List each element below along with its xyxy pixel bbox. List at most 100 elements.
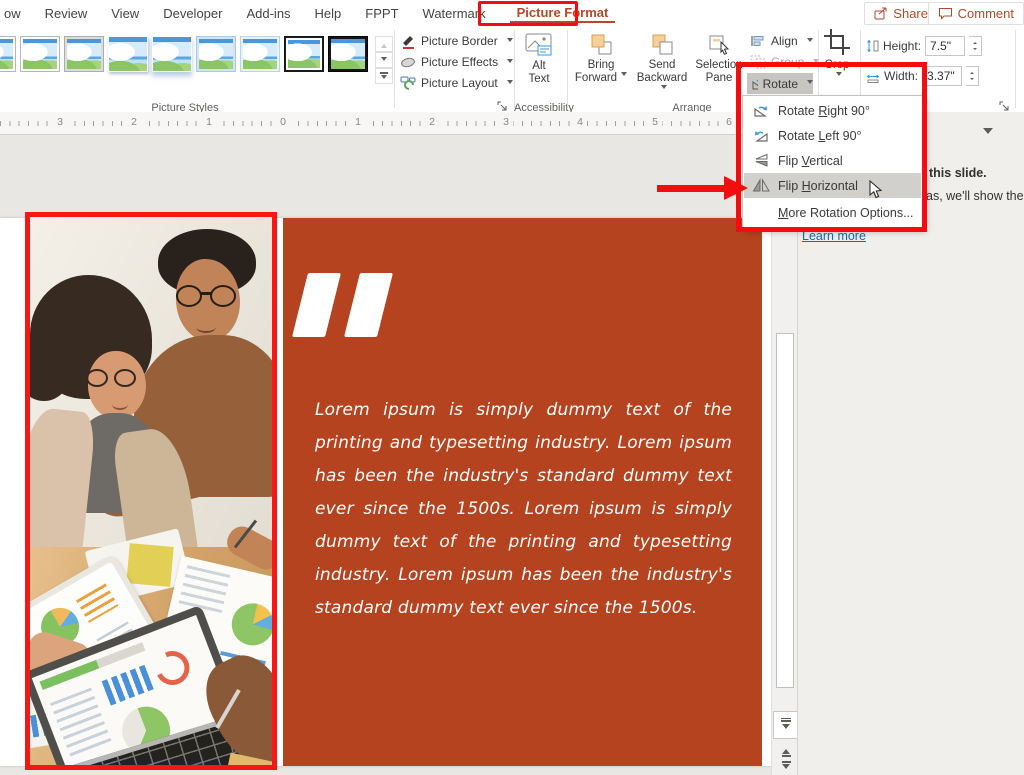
picture-style-thumb[interactable] bbox=[196, 36, 236, 72]
photo-woman-glasses bbox=[114, 369, 136, 387]
next-slide-icon bbox=[782, 761, 791, 763]
photo-man-glasses-bridge bbox=[200, 292, 212, 295]
gallery-scroll-up-button[interactable] bbox=[375, 36, 393, 52]
picture-style-thumb[interactable] bbox=[20, 36, 60, 72]
height-spinner[interactable] bbox=[969, 36, 982, 56]
bar-chart-graphic bbox=[102, 665, 154, 706]
thumbnail-image bbox=[67, 39, 101, 69]
comment-label: Comment bbox=[958, 6, 1014, 21]
chevron-down-icon bbox=[807, 38, 813, 45]
group-divider bbox=[394, 30, 395, 108]
picture-border-button[interactable]: Picture Border bbox=[400, 32, 513, 50]
share-icon bbox=[874, 7, 888, 20]
rotate-menu-callout-box bbox=[736, 62, 927, 232]
text-lines-graphic bbox=[50, 687, 113, 759]
chevron-down-icon bbox=[507, 38, 513, 45]
chevron-down-icon bbox=[621, 72, 627, 79]
menu-item-help[interactable]: Help bbox=[315, 6, 342, 21]
picture-border-label: Picture Border bbox=[421, 34, 498, 48]
ruler-number: 1 bbox=[351, 116, 365, 128]
next-slide-button[interactable] bbox=[777, 760, 795, 774]
picture-layout-label: Picture Layout bbox=[421, 76, 498, 90]
crop-icon bbox=[823, 28, 851, 56]
height-icon bbox=[866, 39, 879, 53]
alt-text-label-line2: Text bbox=[528, 73, 549, 85]
bring-forward-button[interactable]: Bring Forward bbox=[574, 33, 628, 85]
menu-item-review[interactable]: Review bbox=[45, 6, 88, 21]
width-input[interactable]: 3.37" bbox=[922, 66, 962, 86]
horizontal-ruler[interactable]: 3 2 1 0 1 2 3 4 5 6 bbox=[0, 112, 771, 135]
pie-chart-graphic bbox=[228, 599, 277, 649]
picture-style-thumb[interactable] bbox=[108, 36, 148, 72]
send-backward-button[interactable]: Send Backward bbox=[634, 33, 690, 98]
comment-icon bbox=[938, 7, 953, 20]
quote-box[interactable]: Lorem ipsum is simply dummy text of the … bbox=[283, 218, 762, 766]
red-arrow-head bbox=[724, 176, 748, 200]
previous-slide-button[interactable] bbox=[777, 744, 795, 758]
thumbnail-image bbox=[23, 39, 57, 69]
chevron-down-icon bbox=[381, 75, 387, 82]
menu-item-view[interactable]: View bbox=[111, 6, 139, 21]
ruler-number: 2 bbox=[127, 116, 141, 128]
thumbnail-image bbox=[153, 37, 191, 71]
alt-text-label-line1: Alt bbox=[532, 60, 545, 72]
text-lines-graphic bbox=[178, 565, 230, 614]
scrollbar-thumb[interactable] bbox=[776, 333, 794, 688]
send-backward-icon bbox=[651, 33, 674, 56]
picture-style-thumb[interactable] bbox=[284, 36, 324, 72]
picture-styles-dialog-launcher[interactable] bbox=[497, 99, 509, 111]
send-backward-label-line2: Backward bbox=[637, 72, 688, 84]
thumbnail-image bbox=[331, 39, 365, 69]
width-spinner[interactable] bbox=[966, 66, 979, 86]
picture-style-thumb[interactable] bbox=[0, 36, 16, 72]
photo-woman-glasses bbox=[86, 369, 108, 387]
ruler-number: 5 bbox=[648, 116, 662, 128]
picture-style-thumb[interactable] bbox=[152, 36, 192, 72]
menu-item-addins[interactable]: Add-ins bbox=[246, 6, 290, 21]
scroll-down-icon bbox=[781, 718, 791, 720]
next-slide-icon bbox=[782, 764, 790, 773]
picture-effects-icon bbox=[400, 56, 416, 69]
menu-item-partial[interactable]: ow bbox=[4, 6, 21, 21]
menu-item-developer[interactable]: Developer bbox=[163, 6, 222, 21]
align-button[interactable]: Align bbox=[750, 32, 813, 50]
photo-man-glasses bbox=[176, 285, 202, 307]
previous-slide-icon bbox=[782, 745, 790, 754]
app-window: ow Review View Developer Add-ins Help FP… bbox=[0, 0, 1024, 775]
chevron-down-icon[interactable] bbox=[983, 128, 993, 139]
size-dialog-launcher[interactable] bbox=[999, 99, 1011, 111]
picture-format-callout-box bbox=[478, 1, 578, 26]
alt-text-button[interactable]: Alt Text bbox=[516, 33, 562, 86]
share-button[interactable]: Share bbox=[864, 2, 938, 25]
ruler-number: 0 bbox=[276, 116, 290, 128]
align-label: Align bbox=[771, 34, 798, 48]
group-divider bbox=[567, 30, 568, 108]
picture-style-thumb[interactable] bbox=[64, 36, 104, 72]
picture-layout-icon bbox=[400, 76, 416, 91]
ruler-number: 6 bbox=[722, 116, 736, 128]
ruler-number: 1 bbox=[202, 116, 216, 128]
slide-canvas[interactable]: Lorem ipsum is simply dummy text of the … bbox=[0, 135, 771, 775]
scroll-down-icon bbox=[782, 724, 790, 733]
picture-effects-button[interactable]: Picture Effects bbox=[400, 53, 513, 71]
picture-layout-button[interactable]: Picture Layout bbox=[400, 74, 513, 92]
height-input[interactable]: 7.5" bbox=[925, 36, 965, 56]
scroll-down-button[interactable] bbox=[773, 711, 798, 739]
picture-effects-label: Picture Effects bbox=[421, 55, 498, 69]
thumbnail-image bbox=[0, 39, 13, 69]
gallery-scroll-down-button[interactable] bbox=[375, 52, 393, 68]
picture-style-thumb[interactable] bbox=[328, 36, 368, 72]
menu-item-fppt[interactable]: FPPT bbox=[365, 6, 398, 21]
picture-style-thumb[interactable] bbox=[240, 36, 280, 72]
menu-item-watermark[interactable]: Watermark bbox=[423, 6, 486, 21]
thumbnail-image bbox=[109, 37, 147, 71]
share-label: Share bbox=[893, 6, 928, 21]
gallery-more-button[interactable] bbox=[375, 68, 393, 84]
ruler-number: 3 bbox=[53, 116, 67, 128]
team-photo[interactable] bbox=[25, 212, 277, 770]
group-divider bbox=[514, 30, 515, 108]
picture-border-icon bbox=[400, 34, 416, 49]
comment-button[interactable]: Comment bbox=[928, 2, 1024, 25]
quote-text[interactable]: Lorem ipsum is simply dummy text of the … bbox=[315, 394, 732, 634]
red-arrow bbox=[657, 185, 725, 192]
